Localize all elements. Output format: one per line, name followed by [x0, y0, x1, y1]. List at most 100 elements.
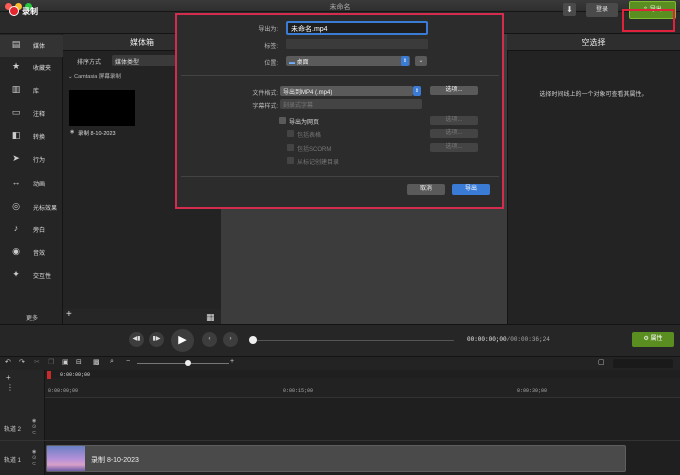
table-options-button[interactable]: 选项...	[430, 129, 478, 138]
rail-item-label: 收藏夹	[33, 66, 52, 72]
scrub-handle[interactable]	[249, 336, 257, 344]
rail-item-cursor-effect[interactable]: ◎ 光标效果	[0, 197, 63, 219]
camera-icon[interactable]: ▩	[93, 358, 100, 366]
window-title: 未命名	[329, 4, 351, 11]
rail-item-label: 光标效果	[33, 206, 58, 212]
track-label[interactable]: 轨道 1	[4, 455, 21, 464]
rail-item-label: 转换	[33, 135, 46, 141]
annotation-icon: ▭	[11, 107, 21, 117]
rail-item-audio[interactable]: ◉ 音效	[0, 242, 63, 264]
subtitle-style-select[interactable]: 刻录式字幕	[280, 99, 422, 109]
add-track-icon[interactable]: +	[6, 373, 11, 382]
rail-item-media[interactable]: ▤ 媒体	[0, 35, 63, 57]
next-icon[interactable]: ›	[223, 332, 238, 347]
location-select[interactable]: ▬ 桌面	[286, 56, 410, 66]
rail-item-star[interactable]: ★ 收藏夹	[0, 57, 63, 79]
properties-button-label: 属性	[650, 336, 663, 342]
rail-item-animation[interactable]: ↔ 动画	[0, 173, 63, 195]
playhead-marker[interactable]	[47, 371, 51, 379]
tags-label: 标签:	[264, 44, 278, 50]
rail-item-label: 交互性	[33, 274, 52, 280]
media-group-label: Camtasia 屏幕录制	[74, 74, 121, 80]
cancel-button[interactable]: 取消	[407, 184, 445, 195]
library-icon: ▥	[11, 84, 21, 94]
rail-item-annotation[interactable]: ▭ 注释	[0, 103, 63, 125]
track-divider	[0, 440, 680, 441]
undo-icon[interactable]: ↶	[5, 358, 11, 366]
ruler-tick-label: 0:00:15;00	[283, 388, 314, 394]
audio-icon: ◉	[12, 246, 20, 256]
include-table-checkbox[interactable]	[287, 130, 294, 137]
star-icon: ★	[11, 61, 21, 71]
format-options-button[interactable]: 选项...	[430, 86, 478, 95]
filename-input[interactable]: 未命名.mp4	[286, 21, 428, 35]
include-scorm-checkbox[interactable]	[287, 144, 294, 151]
rail-item-label: 旁白	[33, 228, 46, 234]
rail-item-label: 音效	[33, 251, 46, 257]
record-icon[interactable]	[9, 6, 19, 16]
export-web-checkbox[interactable]	[279, 117, 286, 124]
media-group-header[interactable]: ⌄ Camtasia 屏幕录制	[68, 72, 121, 80]
format-stepper-icon[interactable]: ⇕	[413, 86, 421, 96]
paste-icon[interactable]: ▣	[62, 358, 69, 366]
cursor-effect-icon: ◎	[12, 201, 20, 211]
zoom-slider-handle[interactable]	[185, 360, 191, 366]
zoom-out-icon[interactable]: −	[126, 358, 130, 365]
media-thumbnail[interactable]	[69, 90, 135, 126]
location-stepper-icon[interactable]: ⇕	[401, 56, 409, 66]
scrub-track[interactable]	[254, 340, 454, 341]
properties-title: 空选择	[507, 34, 680, 51]
rail-item-behavior[interactable]: ➤ 行为	[0, 149, 63, 171]
media-bin-footer	[63, 309, 221, 324]
properties-button[interactable]: ⚙ 属性	[632, 332, 674, 347]
copy-icon[interactable]: ❐	[48, 358, 54, 366]
zoom-in-icon[interactable]: +	[230, 358, 234, 365]
tags-input[interactable]	[286, 39, 428, 49]
dialog-export-button[interactable]: 导出	[452, 184, 490, 195]
ruler-tick-label: 0:00:00;00	[48, 388, 79, 394]
track-lock-icon[interactable]: ◉ ⊙ ⊂	[32, 418, 36, 436]
rail-item-microphone[interactable]: ♪ 旁白	[0, 219, 63, 241]
record-button-label[interactable]: 录制	[22, 6, 38, 17]
track-label[interactable]: 轨道 2	[4, 424, 21, 433]
play-icon[interactable]: ▶	[171, 329, 194, 352]
web-options-button[interactable]: 选项...	[430, 116, 478, 125]
timeline-ruler[interactable]	[45, 378, 680, 398]
track-lock-icon[interactable]: ◉ ⊙ ⊂	[32, 449, 36, 467]
cut-icon[interactable]: ✂	[34, 358, 40, 366]
rail-item-transition[interactable]: ◧ 转换	[0, 126, 63, 148]
grid-view-icon[interactable]: ▦	[206, 312, 215, 323]
zoom-slider-track[interactable]	[137, 363, 229, 364]
expand-dialog-icon[interactable]: ⌄	[415, 56, 427, 66]
scorm-options-button[interactable]: 选项...	[430, 143, 478, 152]
playhead-time: 0:00:00;00	[60, 372, 91, 378]
step-forward-icon[interactable]: ▮▶	[149, 332, 164, 347]
time-current: 00:00:00;00	[467, 336, 507, 343]
rail-item-interactivity[interactable]: ✦ 交互性	[0, 265, 63, 287]
add-media-icon[interactable]: +	[66, 309, 72, 320]
from-markers-label: 从标记创建目录	[297, 160, 340, 166]
previous-icon[interactable]: ‹	[202, 332, 217, 347]
step-back-icon[interactable]: ◀▮	[129, 332, 144, 347]
download-icon[interactable]: ⬇	[563, 3, 576, 16]
save-as-label: 导出为:	[258, 27, 278, 33]
animation-icon: ↔	[11, 177, 21, 187]
dialog-separator	[181, 176, 499, 177]
split-icon[interactable]: ⊟	[76, 358, 82, 366]
zoom-search-icon[interactable]: ⌕	[110, 358, 114, 366]
rail-item-library[interactable]: ▥ 库	[0, 80, 63, 102]
fit-timeline-icon[interactable]: ▢	[598, 358, 605, 366]
redo-icon[interactable]: ↷	[19, 358, 25, 366]
more-tools-button[interactable]: 更多	[26, 313, 38, 322]
subtitle-style-label: 字幕样式:	[252, 104, 278, 110]
rail-item-label: 媒体	[33, 44, 46, 50]
sort-select[interactable]: 媒体类型	[112, 55, 176, 66]
dialog-separator	[181, 75, 499, 76]
timeline-search-field[interactable]	[613, 359, 673, 368]
login-button[interactable]: 登录	[586, 3, 618, 17]
sort-label: 排序方式	[77, 60, 102, 66]
format-select[interactable]: 导出到MP4 (.mp4)	[280, 86, 413, 96]
track-menu-icon[interactable]: ⋮	[6, 383, 14, 392]
from-markers-checkbox[interactable]	[287, 157, 294, 164]
include-table-label: 包括表格	[297, 133, 322, 139]
